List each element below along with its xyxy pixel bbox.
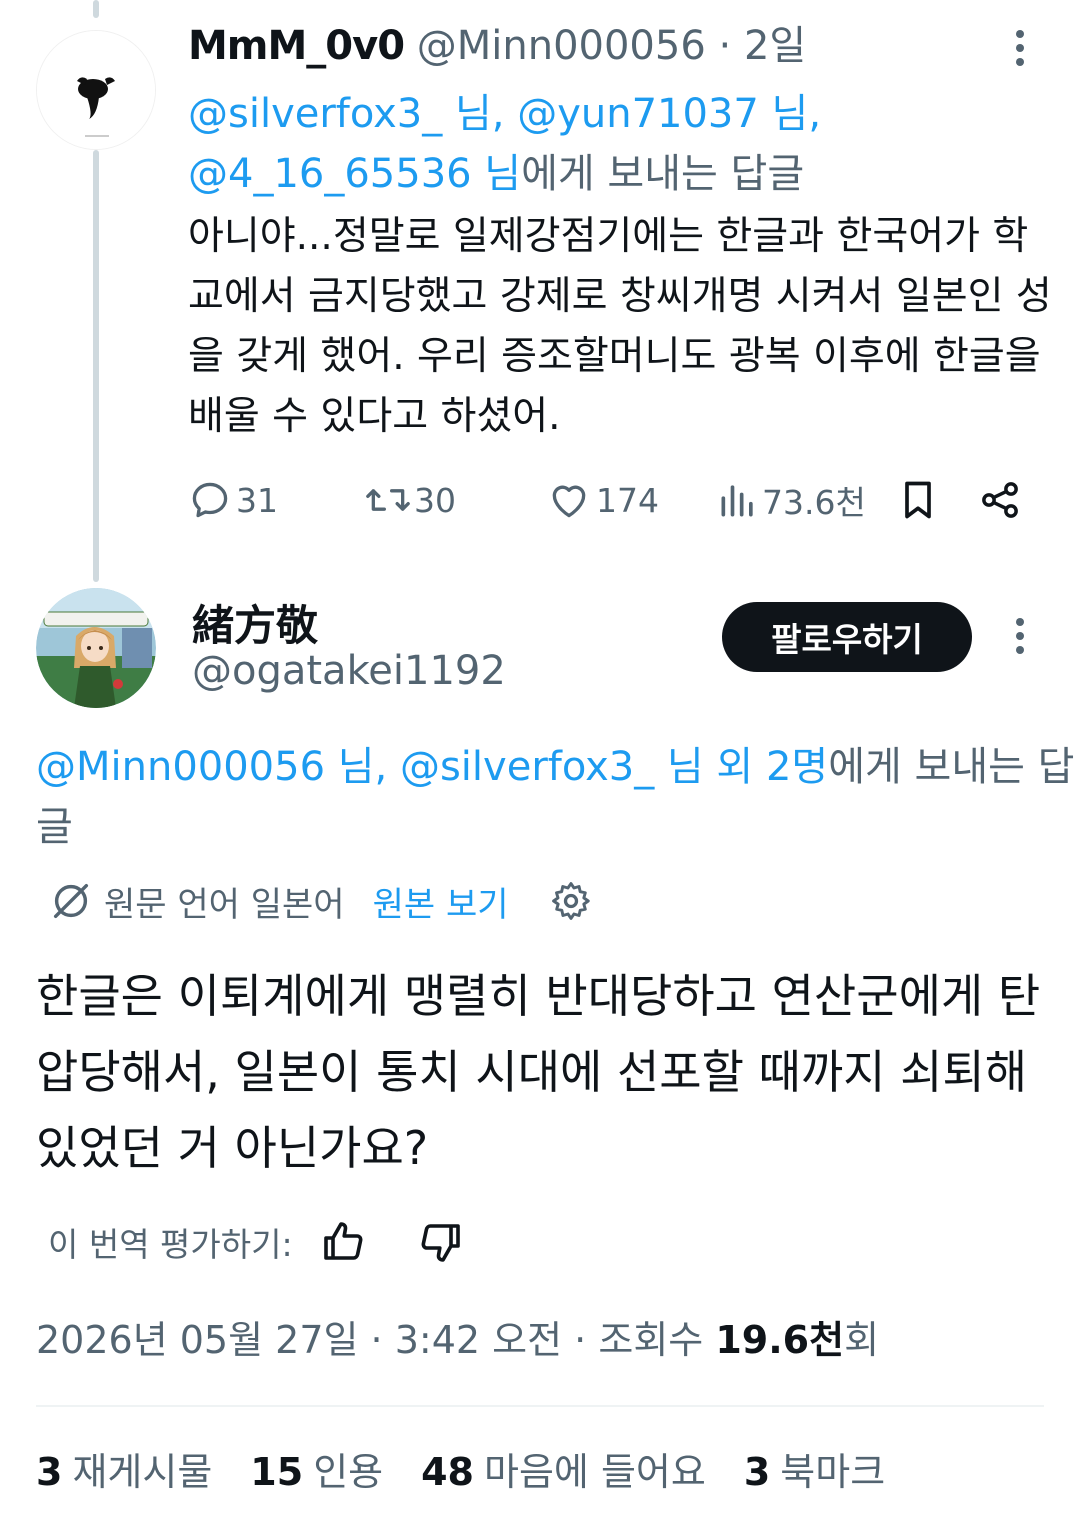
reposts-count: 3 [36, 1450, 63, 1494]
thread-line-top [93, 0, 99, 18]
quotes-label: 인용 [313, 1450, 384, 1494]
quotes-count: 15 [250, 1450, 304, 1494]
display-name[interactable]: MmM_0v0 [188, 23, 405, 69]
reply-button[interactable]: 31 [188, 470, 278, 530]
retweet-count: 30 [414, 480, 456, 520]
reply-context: @Minn000056 님, @silverfox3_ 님 외 2명에게 보내는… [36, 737, 1076, 857]
share-icon [982, 482, 1018, 518]
bookmark-button[interactable] [896, 470, 940, 530]
views-prefix: 조회수 [598, 1318, 704, 1362]
rate-translation: 이 번역 평가하기: [48, 1212, 465, 1272]
more-icon[interactable] [1014, 618, 1026, 660]
avatar[interactable] [36, 588, 156, 708]
thumbs-down-icon[interactable] [417, 1218, 465, 1266]
translation-info: 원문 언어 일본어 원본 보기 [48, 872, 593, 930]
like-count: 174 [596, 480, 659, 520]
mention-link[interactable]: @4_16_65536 님 [188, 151, 521, 197]
tweet-text: 아니야...정말로 일제강점기에는 한글과 한국어가 학교에서 금지당했고 강제… [188, 214, 1052, 439]
tweet-header: MmM_0v0 @Minn000056 · 2일 [188, 20, 806, 72]
reply-count: 31 [236, 480, 278, 520]
post-date[interactable]: 2026년 05월 27일 [36, 1318, 358, 1362]
bookmarks-count: 3 [743, 1450, 771, 1494]
retweet-button[interactable]: 30 [364, 470, 456, 530]
source-language: 원문 언어 일본어 [104, 884, 345, 925]
share-button[interactable] [978, 470, 1022, 530]
bookmarks-stat[interactable]: 3 북마크 [744, 1444, 885, 1500]
post-time[interactable]: 3:42 오전 [395, 1318, 562, 1362]
avatar-anime-illustration [36, 588, 156, 708]
reply-suffix: 에게 보내는 답글 [521, 151, 805, 197]
reposts-label: 재게시물 [72, 1450, 213, 1494]
show-original-link[interactable]: 원본 보기 [373, 877, 509, 926]
more-icon[interactable] [1014, 30, 1026, 72]
quotes-stat[interactable]: 15 인용 [250, 1444, 383, 1500]
user-handle[interactable]: @ogatakei1192 [192, 648, 506, 694]
likes-count: 48 [421, 1450, 474, 1494]
tweet-meta: 2026년 05월 27일 · 3:42 오전 · 조회수 19.6천회 [36, 1312, 879, 1368]
views-button[interactable]: 73.6천 [716, 470, 866, 530]
display-name[interactable]: 緒方敬 [192, 592, 318, 653]
like-button[interactable]: 174 [546, 470, 659, 530]
separator: · [718, 23, 732, 69]
tweet-text: 한글은 이퇴계에게 맹렬히 반대당하고 연산군에게 탄압당해서, 일본이 통치 … [36, 969, 1041, 1175]
thumbs-up-icon[interactable] [319, 1218, 367, 1266]
gear-icon[interactable] [549, 879, 593, 923]
views-icon [721, 485, 753, 517]
translate-icon [53, 883, 89, 919]
timestamp[interactable]: 2일 [744, 23, 806, 69]
engagement-stats: 3 재게시물 15 인용 48 마음에 들어요 3 북마크 [36, 1444, 923, 1500]
views-value: 19.6천 [715, 1318, 845, 1362]
user-handle[interactable]: @Minn000056 [417, 23, 706, 69]
bookmark-icon [905, 481, 931, 519]
views-suffix: 회 [844, 1318, 880, 1362]
action-bar: 31 30 174 73.6천 [0, 470, 1080, 530]
mention-link[interactable]: @silverfox3_ 님, [188, 91, 504, 137]
separator: · [370, 1318, 383, 1362]
reply-context: @silverfox3_ 님, @yun71037 님, @4_16_65536… [188, 84, 1048, 204]
likes-stat[interactable]: 48 마음에 들어요 [421, 1444, 706, 1500]
mention-link[interactable]: @yun71037 님, [517, 91, 821, 137]
bookmarks-label: 북마크 [780, 1450, 886, 1494]
separator: · [574, 1318, 587, 1362]
follow-button[interactable]: 팔로우하기 [722, 602, 972, 672]
avatar-bird-drawing [37, 31, 155, 149]
retweet-icon [366, 489, 410, 511]
reposts-stat[interactable]: 3 재게시물 [36, 1444, 212, 1500]
likes-label: 마음에 들어요 [484, 1450, 706, 1494]
avatar[interactable] [36, 30, 156, 150]
view-count: 73.6천 [762, 483, 866, 522]
heart-icon [552, 485, 586, 518]
rate-translation-label: 이 번역 평가하기: [48, 1225, 293, 1264]
reply-icon [192, 482, 228, 518]
mention-link[interactable]: @Minn000056 님, @silverfox3_ 님 외 2명 [36, 744, 828, 790]
divider [36, 1405, 1044, 1407]
